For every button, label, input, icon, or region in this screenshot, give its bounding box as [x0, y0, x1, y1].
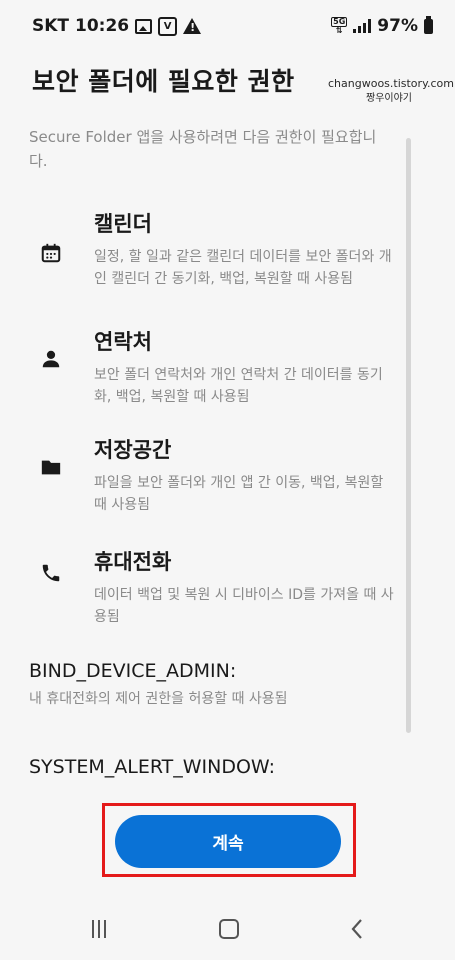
clock: 10:26 [75, 16, 130, 36]
status-left: SKT 10:26 V [32, 16, 202, 36]
permission-title: 휴대전화 [94, 550, 172, 574]
person-icon [42, 350, 60, 368]
permission-description: 데이터 백업 및 복원 시 디바이스 ID를 가져올 때 사용됨 [94, 587, 394, 625]
folder-icon [41, 460, 61, 475]
watermark: changwoos.tistory.com 짱우이야기 [328, 76, 454, 106]
permission-title: 캘린더 [94, 212, 152, 236]
system-permission-title: SYSTEM_ALERT_WINDOW: [29, 756, 276, 778]
watermark-name: 짱우이야기 [366, 93, 412, 104]
battery-percent: 97% [377, 16, 418, 36]
signal-icon [353, 19, 372, 33]
phone-icon [42, 564, 60, 582]
5g-icon: 5G ⇅ [331, 17, 348, 35]
recent-apps-icon[interactable] [92, 920, 110, 938]
battery-icon [424, 15, 433, 34]
page-title: 보안 폴더에 필요한 권한 [32, 67, 295, 96]
image-icon [135, 18, 153, 34]
v-icon: V [158, 16, 178, 36]
system-permission-device-admin: BIND_DEVICE_ADMIN: 내 휴대전화의 제어 권한을 허용할 때 … [29, 660, 288, 708]
permission-description: 일정, 할 일과 같은 캘린더 데이터를 보안 폴더와 개인 캘린더 간 동기화… [94, 249, 392, 287]
watermark-url: changwoos.tistory.com [328, 77, 454, 90]
data-arrows-icon: ⇅ [335, 26, 343, 35]
status-right: 5G ⇅ 97% [331, 15, 433, 36]
calendar-icon [41, 243, 61, 263]
permission-description: 파일을 보안 폴더와 개인 앱 간 이동, 백업, 복원할 때 사용됨 [94, 475, 384, 513]
status-bar: SKT 10:26 V 5G ⇅ 97% [0, 0, 455, 56]
continue-button[interactable]: 계속 [115, 815, 341, 868]
system-permission-description: 내 휴대전화의 제어 권한을 허용할 때 사용됨 [29, 691, 288, 707]
system-permission-alert-window: SYSTEM_ALERT_WINDOW: [29, 756, 275, 778]
system-permission-title: BIND_DEVICE_ADMIN: [29, 660, 237, 682]
navigation-bar [0, 900, 455, 960]
permission-description: 보안 폴더 연락처와 개인 연락처 간 데이터를 동기화, 백업, 복원할 때 … [94, 367, 383, 405]
permission-list[interactable]: Secure Folder 앱을 사용하려면 다음 권한이 필요합니다. 캘린더… [0, 120, 455, 780]
permission-title: 저장공간 [94, 438, 172, 462]
back-icon[interactable] [350, 918, 364, 940]
home-icon[interactable] [219, 919, 239, 939]
carrier: SKT [32, 16, 70, 36]
warning-icon [183, 18, 202, 34]
permission-title: 연락처 [94, 330, 152, 354]
scrollbar[interactable] [406, 138, 411, 733]
intro-text: Secure Folder 앱을 사용하려면 다음 권한이 필요합니다. [29, 128, 377, 170]
